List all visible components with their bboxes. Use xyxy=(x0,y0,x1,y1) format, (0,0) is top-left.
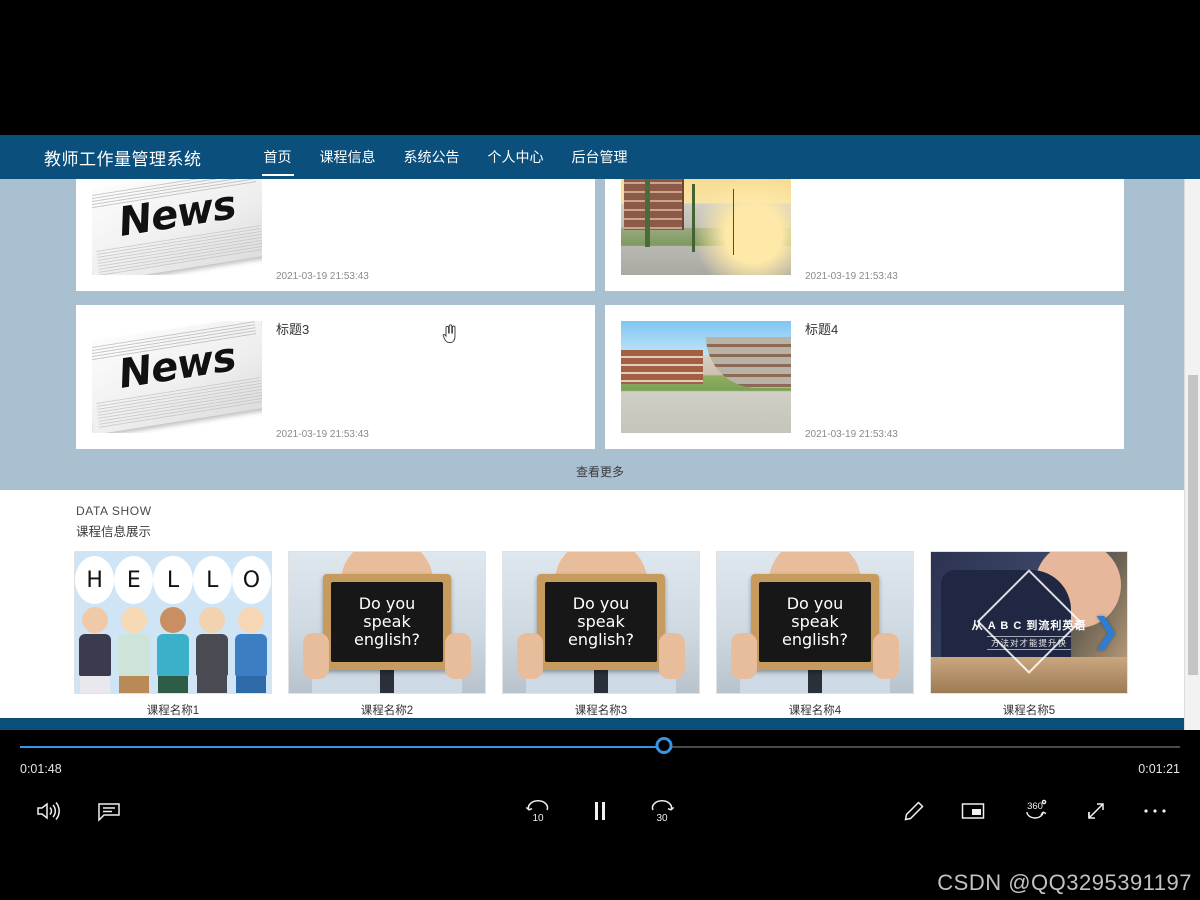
news-card-body: 2021-03-19 21:53:43 xyxy=(791,271,1124,291)
page-scrollbar-thumb[interactable] xyxy=(1188,375,1198,675)
page-content: News 2021-03-19 21:53:43 2021-03-19 21:5… xyxy=(0,179,1200,730)
news-thumbnail-campus-sunset xyxy=(621,179,791,275)
video-player: 教师工作量管理系统 首页 课程信息 系统公告 个人中心 后台管理 News 20… xyxy=(0,0,1200,900)
volume-icon[interactable] xyxy=(34,796,62,826)
news-card[interactable]: News 标题3 2021-03-19 21:53:43 xyxy=(76,305,595,449)
course-name: 课程名称1 xyxy=(146,705,200,717)
course-thumbnail-blackboard: Do you speak english? xyxy=(716,551,914,694)
news-card-body: 2021-03-19 21:53:43 xyxy=(262,271,595,291)
video-controls-bar: 0:01:48 0:01:21 10 30 360 CSDN @QQ329539… xyxy=(0,730,1200,900)
course-name: 课程名称2 xyxy=(360,705,414,717)
video-letterbox-top xyxy=(0,0,1200,135)
embedded-web-page: 教师工作量管理系统 首页 课程信息 系统公告 个人中心 后台管理 News 20… xyxy=(0,135,1200,730)
news-card-body: 标题3 2021-03-19 21:53:43 xyxy=(262,305,595,449)
news-grid: News 2021-03-19 21:53:43 2021-03-19 21:5… xyxy=(76,179,1124,449)
course-thumbnail-blackboard: Do you speak english? xyxy=(288,551,486,694)
data-show-section: DATA SHOW 课程信息展示 HELLO 课程名称1 Do you spea… xyxy=(0,490,1200,718)
more-options-icon[interactable] xyxy=(1142,796,1168,826)
pause-icon[interactable] xyxy=(589,796,611,826)
course-name: 课程名称3 xyxy=(574,705,628,717)
data-show-header: DATA SHOW 课程信息展示 xyxy=(0,504,1200,540)
video-progress-bar[interactable] xyxy=(20,737,1180,754)
course-carousel: HELLO 课程名称1 Do you speak english? 课程名称2 … xyxy=(0,540,1200,718)
course-name: 课程名称5 xyxy=(1002,705,1056,717)
news-section: News 2021-03-19 21:53:43 2021-03-19 21:5… xyxy=(0,179,1200,449)
draw-icon[interactable] xyxy=(902,796,926,826)
site-navbar: 教师工作量管理系统 首页 课程信息 系统公告 个人中心 后台管理 xyxy=(0,135,1200,179)
csdn-watermark: CSDN @QQ3295391197 xyxy=(937,870,1192,895)
page-scrollbar[interactable] xyxy=(1184,179,1200,730)
mini-player-icon[interactable] xyxy=(960,796,986,826)
news-date: 2021-03-19 21:53:43 xyxy=(805,271,898,282)
news-card[interactable]: 2021-03-19 21:53:43 xyxy=(605,179,1124,291)
rewind-10-icon[interactable]: 10 xyxy=(523,796,553,826)
news-date: 2021-03-19 21:53:43 xyxy=(276,271,369,282)
video-time-remaining: 0:01:21 xyxy=(1138,762,1180,776)
course-thumbnail-blackboard: Do you speak english? xyxy=(502,551,700,694)
video-controls-left xyxy=(34,796,122,826)
svg-text:10: 10 xyxy=(532,813,544,824)
course-card[interactable]: Do you speak english? 课程名称3 xyxy=(502,551,700,718)
svg-text:30: 30 xyxy=(656,813,668,824)
data-show-title-cn: 课程信息展示 xyxy=(76,525,152,539)
course-name: 课程名称4 xyxy=(788,705,842,717)
fullscreen-icon[interactable] xyxy=(1084,796,1108,826)
data-show-title-en: DATA SHOW xyxy=(76,504,152,518)
news-card-body: 标题4 2021-03-19 21:53:43 xyxy=(791,305,1124,449)
nav-item-profile[interactable]: 个人中心 xyxy=(474,135,558,179)
course-card[interactable]: Do you speak english? 课程名称2 xyxy=(288,551,486,718)
site-footer xyxy=(0,718,1200,730)
course-card[interactable]: HELLO 课程名称1 xyxy=(74,551,272,718)
nav-item-announcements[interactable]: 系统公告 xyxy=(390,135,474,179)
course-card[interactable]: Do you speak english? 课程名称4 xyxy=(716,551,914,718)
carousel-next-arrow[interactable]: ❯ xyxy=(1092,614,1121,648)
news-title: 标题4 xyxy=(805,322,839,337)
video-progress-fill xyxy=(20,746,664,748)
news-thumbnail-newspaper: News xyxy=(92,179,262,275)
news-date: 2021-03-19 21:53:43 xyxy=(805,429,898,440)
news-date: 2021-03-19 21:53:43 xyxy=(276,429,369,440)
nav-item-home[interactable]: 首页 xyxy=(250,135,306,179)
vr-360-icon[interactable]: 360 xyxy=(1020,796,1050,826)
svg-text:360: 360 xyxy=(1027,801,1043,812)
news-card[interactable]: 标题4 2021-03-19 21:53:43 xyxy=(605,305,1124,449)
news-card[interactable]: News 2021-03-19 21:53:43 xyxy=(76,179,595,291)
view-more-link[interactable]: 查看更多 xyxy=(0,449,1200,490)
video-controls-right: 360 xyxy=(902,796,1168,826)
nav-item-course-info[interactable]: 课程信息 xyxy=(306,135,390,179)
course-thumbnail-hello: HELLO xyxy=(74,551,272,694)
video-time-elapsed: 0:01:48 xyxy=(20,762,62,776)
course-art-subline: 方法对才能提升快 xyxy=(986,635,1071,650)
video-progress-knob[interactable] xyxy=(655,737,673,754)
forward-30-icon[interactable]: 30 xyxy=(647,796,677,826)
captions-icon[interactable] xyxy=(96,796,122,826)
site-brand: 教师工作量管理系统 xyxy=(44,149,202,169)
news-title: 标题3 xyxy=(276,322,310,337)
video-controls-center: 10 30 xyxy=(523,796,677,826)
nav-item-admin[interactable]: 后台管理 xyxy=(558,135,642,179)
site-nav-links: 首页 课程信息 系统公告 个人中心 后台管理 xyxy=(250,135,642,179)
news-thumbnail-newspaper: News xyxy=(92,321,262,433)
news-thumbnail-campus-courtyard xyxy=(621,321,791,433)
